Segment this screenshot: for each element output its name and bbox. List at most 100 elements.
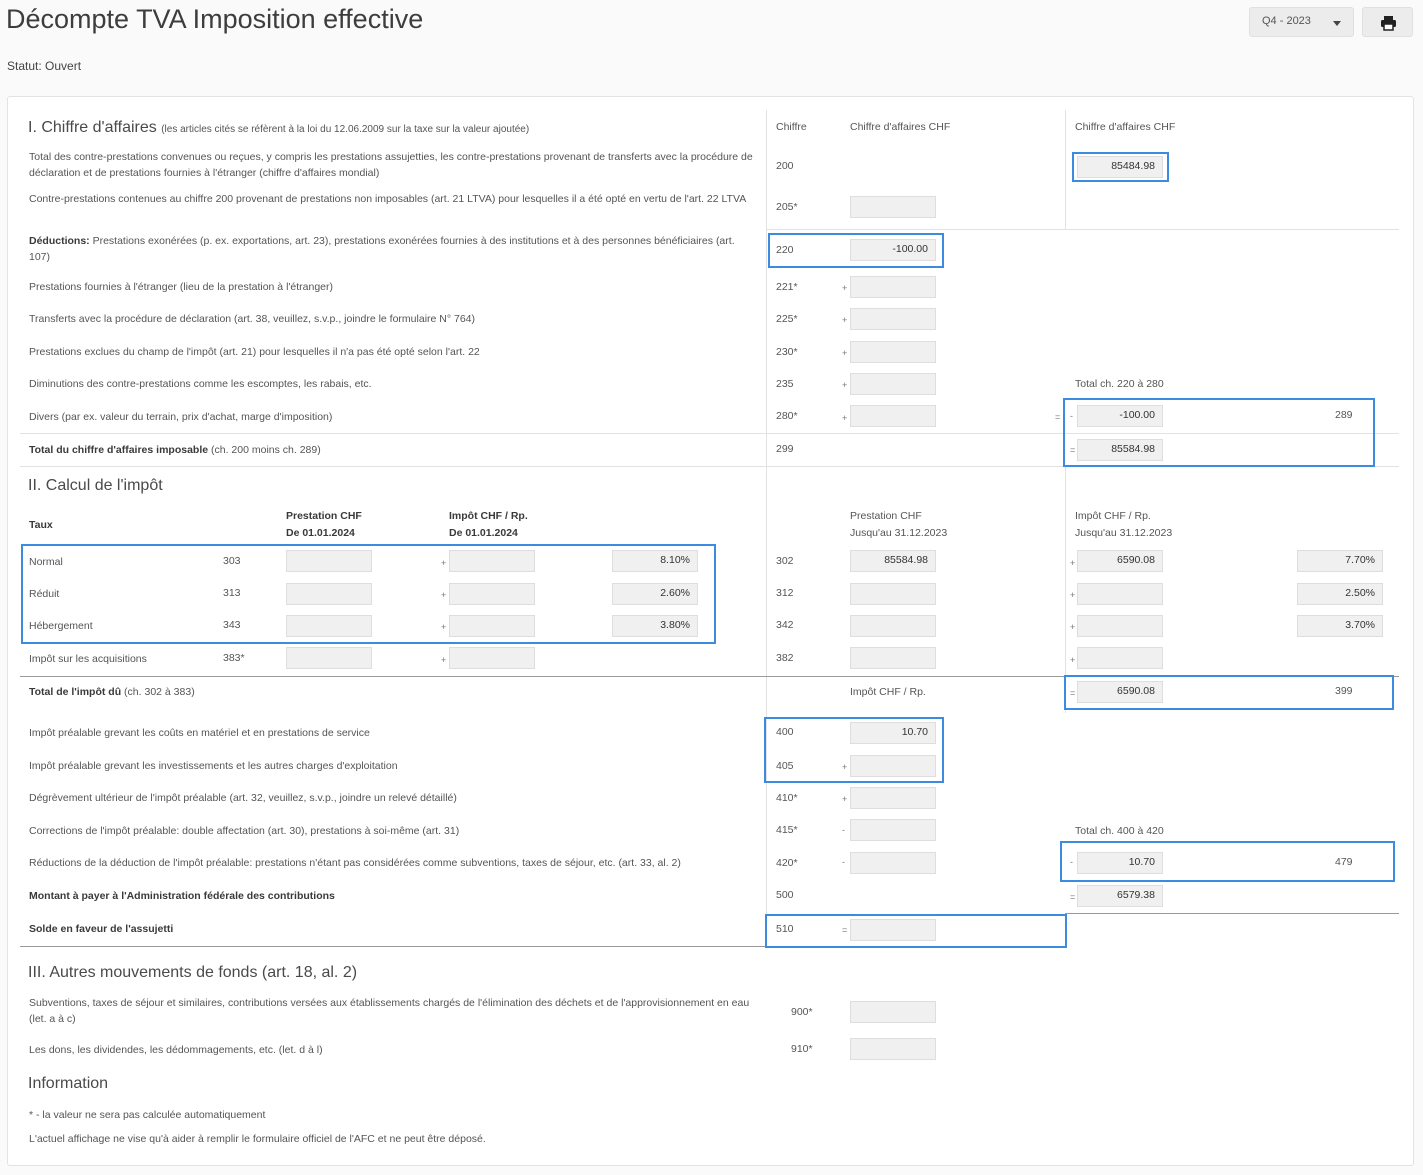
input-313-imp[interactable]	[449, 583, 535, 605]
input-382-prest[interactable]	[850, 647, 936, 669]
row-200-code: 200	[776, 160, 794, 172]
input-221[interactable]	[850, 276, 936, 298]
plus-sign: +	[842, 283, 848, 293]
info-title: Information	[28, 1075, 109, 1092]
total-220-280-label: Total ch. 220 à 280	[1075, 378, 1164, 390]
plus-sign: +	[441, 590, 447, 600]
input-400[interactable]: 10.70	[850, 722, 936, 744]
input-313-prest[interactable]	[286, 583, 372, 605]
input-415[interactable]	[850, 819, 936, 841]
row-420-code: 420*	[776, 857, 798, 869]
row-399-code: 399	[1335, 685, 1353, 697]
rate-reduit-old: 2.50%	[1297, 583, 1383, 605]
input-410[interactable]	[850, 787, 936, 809]
input-500[interactable]: 6579.38	[1077, 885, 1163, 907]
caret-down-icon	[1333, 21, 1341, 26]
equals-sign: =	[1070, 445, 1076, 455]
section-2-title: II. Calcul de l'impôt	[28, 477, 163, 494]
input-230[interactable]	[850, 341, 936, 363]
total-tax-col-header: Impôt CHF / Rp.	[850, 686, 926, 698]
input-299[interactable]: 85584.98	[1077, 439, 1163, 461]
input-343-imp[interactable]	[449, 615, 535, 637]
input-910[interactable]	[850, 1038, 936, 1060]
rate-normal-code-old: 302	[776, 555, 794, 567]
plus-sign: +	[842, 794, 848, 804]
input-280[interactable]	[850, 405, 936, 427]
row-220-code: 220	[776, 244, 794, 256]
input-302-imp[interactable]: 6590.08	[1077, 550, 1163, 572]
plus-sign: +	[1070, 622, 1076, 632]
total-400-420-label: Total ch. 400 à 420	[1075, 825, 1164, 837]
input-289[interactable]: -100.00	[1077, 405, 1163, 427]
plus-sign: +	[441, 655, 447, 665]
rate-normal-old: 7.70%	[1297, 550, 1383, 572]
period-value: Q4 - 2023	[1262, 15, 1311, 27]
input-235[interactable]	[850, 373, 936, 395]
acquisitions-label: Impôt sur les acquisitions	[29, 653, 147, 665]
section-1-title: I. Chiffre d'affaires (les articles cité…	[28, 119, 530, 136]
input-405[interactable]	[850, 755, 936, 777]
plus-sign: +	[1070, 558, 1076, 568]
row-235-label: Diminutions des contre-prestations comme…	[29, 378, 372, 390]
row-299-code: 299	[776, 443, 794, 455]
row-230-code: 230*	[776, 346, 798, 358]
row-400-code: 400	[776, 726, 794, 738]
status-text: Statut: Ouvert	[7, 59, 82, 73]
input-420[interactable]	[850, 852, 936, 874]
row-510-code: 510	[776, 923, 794, 935]
input-312-prest[interactable]	[850, 583, 936, 605]
row-220-label: Déductions: Prestations exonérées (p. ex…	[29, 235, 735, 263]
input-342-imp[interactable]	[1077, 615, 1163, 637]
minus-sign: -	[1070, 857, 1073, 867]
input-479[interactable]: 10.70	[1077, 852, 1163, 874]
info-note-1: * - la valeur ne sera pas calculée autom…	[29, 1109, 266, 1121]
rate-hebergement-new: 3.80%	[612, 615, 698, 637]
rate-reduit-code-old: 312	[776, 587, 794, 599]
input-303-prest[interactable]	[286, 550, 372, 572]
col-imp-old: Impôt CHF / Rp.	[1075, 510, 1151, 522]
input-302-prest[interactable]: 85584.98	[850, 550, 936, 572]
row-410-label: Dégrèvement ultérieur de l'impôt préalab…	[29, 792, 457, 804]
input-343-prest[interactable]	[286, 615, 372, 637]
col-prest-old-date: Jusqu'au 31.12.2023	[850, 527, 948, 539]
input-900[interactable]	[850, 1001, 936, 1023]
input-200[interactable]: 85484.98	[1077, 156, 1163, 178]
period-dropdown[interactable]: Q4 - 2023	[1249, 7, 1354, 37]
input-220[interactable]: -100.00	[850, 239, 936, 261]
col-prest-old: Prestation CHF	[850, 510, 922, 522]
row-405-code: 405	[776, 760, 794, 772]
input-342-prest[interactable]	[850, 615, 936, 637]
row-205-code: 205*	[776, 201, 798, 213]
row-400-label: Impôt préalable grevant les coûts en mat…	[29, 727, 370, 739]
plus-sign: +	[1070, 590, 1076, 600]
row-230-label: Prestations exclues du champ de l'impôt …	[29, 346, 480, 358]
row-221-code: 221*	[776, 281, 798, 293]
input-205[interactable]	[850, 196, 936, 218]
row-280-code: 280*	[776, 410, 798, 422]
input-383-imp[interactable]	[449, 647, 535, 669]
printer-icon	[1381, 16, 1396, 31]
minus-sign: -	[842, 825, 845, 835]
row-479-code: 479	[1335, 856, 1353, 868]
row-225-label: Transferts avec la procédure de déclarat…	[29, 313, 475, 325]
section-3-title: III. Autres mouvements de fonds (art. 18…	[28, 964, 358, 981]
input-225[interactable]	[850, 308, 936, 330]
rate-reduit-new: 2.60%	[612, 583, 698, 605]
print-button[interactable]	[1362, 7, 1413, 37]
row-420-label: Réductions de la déduction de l'impôt pr…	[29, 857, 681, 869]
plus-sign: +	[842, 413, 848, 423]
input-399[interactable]: 6590.08	[1077, 681, 1163, 703]
input-510[interactable]	[850, 919, 936, 941]
input-383-prest[interactable]	[286, 647, 372, 669]
row-510-label: Solde en faveur de l'assujetti	[29, 923, 174, 935]
input-303-imp[interactable]	[449, 550, 535, 572]
col-imp-old-date: Jusqu'au 31.12.2023	[1075, 527, 1173, 539]
input-312-imp[interactable]	[1077, 583, 1163, 605]
row-200-label: Total des contre-prestations convenues o…	[29, 151, 753, 179]
plus-sign: +	[842, 380, 848, 390]
col-header-ca: Chiffre d'affaires CHF	[850, 121, 951, 133]
plus-sign: +	[842, 762, 848, 772]
row-221-label: Prestations fournies à l'étranger (lieu …	[29, 281, 334, 293]
col-header-chiffre: Chiffre	[776, 121, 807, 133]
input-382-imp[interactable]	[1077, 647, 1163, 669]
